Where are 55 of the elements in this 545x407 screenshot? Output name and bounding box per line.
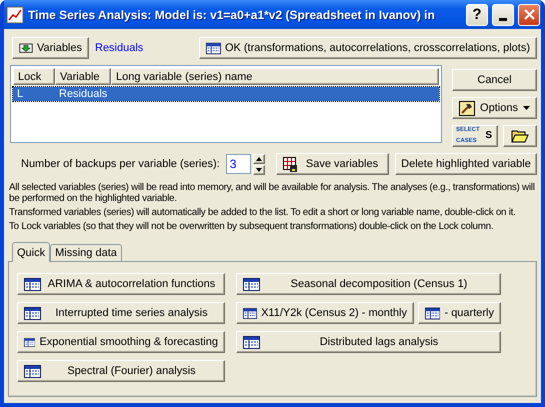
close-button[interactable] xyxy=(518,4,540,26)
minimize-icon xyxy=(499,18,507,20)
spreadsheet-icon xyxy=(24,278,41,290)
tab[interactable]: Missing data xyxy=(50,244,122,261)
window-title: Time Series Analysis: Model is: v1=a0+a1*v2 (Spreadsheet in Ivanov) in xyxy=(28,8,436,22)
variables-button[interactable]: Variables xyxy=(12,37,89,59)
chart-icon xyxy=(6,6,24,24)
up-arrow-icon xyxy=(256,156,262,160)
spreadsheet-icon xyxy=(425,306,440,320)
spreadsheet-icon xyxy=(24,306,41,320)
analysis-button[interactable]: - quarterly xyxy=(418,302,501,324)
delete-variable-button[interactable]: Delete highlighted variable xyxy=(395,153,537,175)
save-variables-button[interactable]: Save variables xyxy=(276,153,389,175)
column-header[interactable]: Long variable (series) name xyxy=(111,68,439,85)
save-grid-icon xyxy=(283,156,298,172)
analysis-button[interactable]: Spectral (Fourier) analysis xyxy=(17,360,225,382)
variable-cell-text: Residuals xyxy=(58,88,108,100)
analysis-button[interactable]: X11/Y2k (Census 2) - monthly xyxy=(236,302,414,324)
ok-button[interactable]: OK (transformations, autocorrelations, crosscorrelations, plots) xyxy=(199,37,537,59)
analysis-button[interactable]: ARIMA & autocorrelation functions xyxy=(17,273,225,295)
download-icon xyxy=(19,40,33,56)
spreadsheet-icon xyxy=(243,336,260,348)
down-arrow-icon xyxy=(256,168,262,172)
options-button[interactable]: Options xyxy=(452,97,537,119)
minimize-button[interactable] xyxy=(492,4,514,26)
column-header[interactable]: Variable xyxy=(55,68,111,85)
info-text: Transformed variables (series) will automatically be added to the list. To edit a short or long variable name, double-click on it. xyxy=(9,207,517,218)
info-text: All selected variables (series) will be read into memory, and will be available for analysis. The analyses (e.g., transformations) will be performed on the highlighted variable. xyxy=(9,182,536,204)
column-header[interactable]: Lock xyxy=(13,68,55,85)
analysis-button[interactable]: Distributed lags analysis xyxy=(236,331,501,353)
analysis-button[interactable]: Interrupted time series analysis xyxy=(17,302,225,324)
dropdown-icon xyxy=(523,106,530,110)
spreadsheet-icon xyxy=(24,364,41,378)
analysis-button[interactable]: Exponential smoothing & forecasting xyxy=(17,331,225,353)
spin-down-button[interactable] xyxy=(252,164,265,174)
variable-list[interactable]: Lock Variable Long variable (series) name L Residuals xyxy=(10,65,442,143)
info-text: To Lock variables (so that they will not be overwritten by subsequent transformations) double-click on the Lock column. xyxy=(9,221,494,232)
cancel-button[interactable]: Cancel xyxy=(452,69,537,91)
list-row[interactable]: L Residuals xyxy=(13,87,439,101)
hammer-icon xyxy=(459,100,475,116)
help-button[interactable]: ? xyxy=(466,4,488,26)
spreadsheet-icon xyxy=(243,306,258,320)
backups-field[interactable]: 3 xyxy=(226,154,251,174)
selected-variables: Residuals xyxy=(95,42,144,54)
open-folder-button[interactable] xyxy=(503,125,537,147)
spreadsheet-icon xyxy=(24,336,36,348)
spreadsheet-icon xyxy=(206,42,221,54)
tab[interactable]: Quick xyxy=(12,242,50,262)
spreadsheet-icon xyxy=(243,278,260,290)
close-icon xyxy=(524,9,534,20)
spin-up-button[interactable] xyxy=(252,154,265,164)
backups-label: Number of backups per variable (series): xyxy=(21,158,220,170)
lock-cell-text: L xyxy=(16,88,24,100)
folder-icon xyxy=(511,129,529,143)
analysis-button[interactable]: Seasonal decomposition (Census 1) xyxy=(236,273,501,295)
